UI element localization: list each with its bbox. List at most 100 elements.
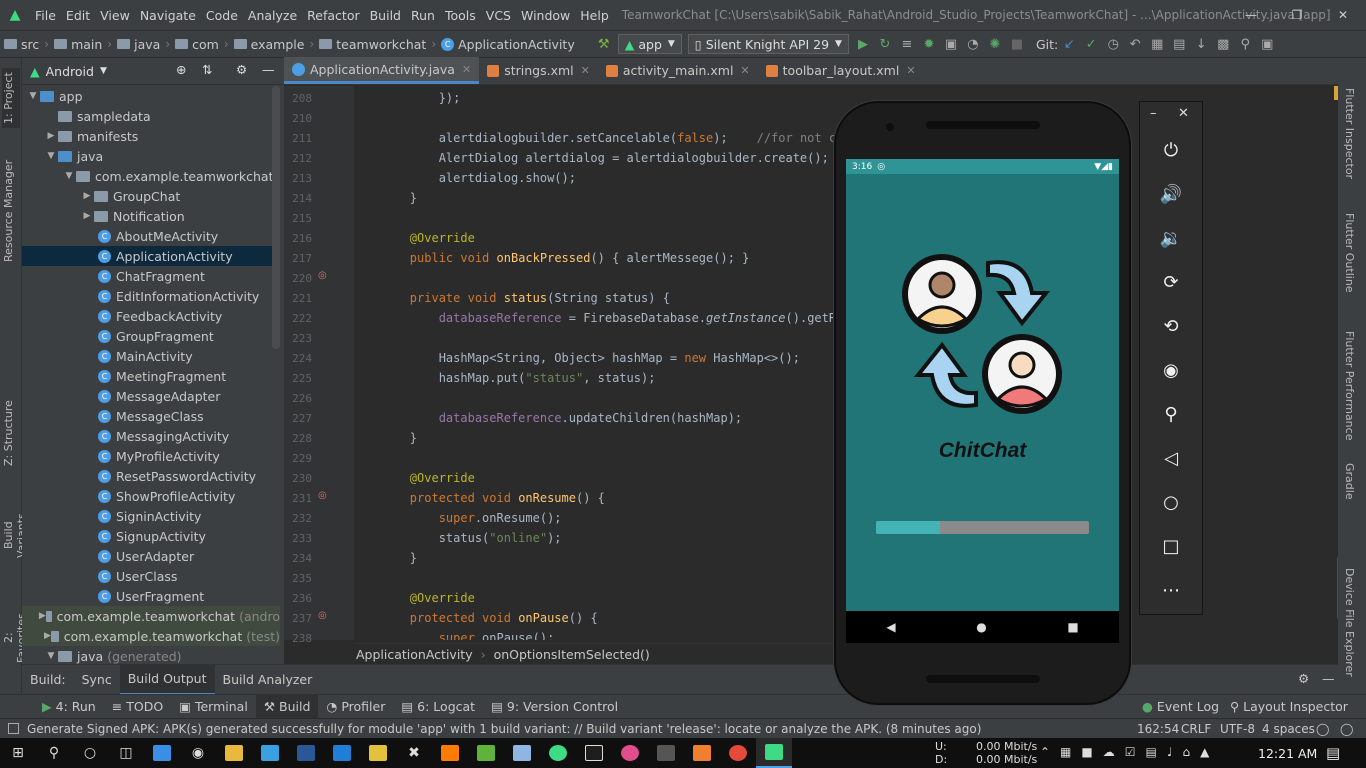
line-separator[interactable]: CRLF: [1181, 722, 1211, 736]
run-config-select[interactable]: ▲ app ▼: [617, 34, 682, 54]
favorites-tab[interactable]: 2: Favorites: [2, 608, 28, 668]
mail-icon[interactable]: [324, 738, 360, 768]
overview-icon[interactable]: □: [1140, 524, 1202, 568]
tree-item[interactable]: sampledata: [22, 106, 280, 126]
tree-item[interactable]: ▼ java (generated): [22, 646, 280, 664]
tree-item[interactable]: C GroupFragment: [22, 326, 280, 346]
resource-manager-tab[interactable]: Resource Manager: [2, 153, 20, 268]
version-control-tool-tab[interactable]: ▤ 9: Version Control: [483, 695, 626, 719]
chevron-right-icon[interactable]: ▶: [80, 191, 94, 201]
todo-tool-tab[interactable]: ≡ TODO: [104, 695, 171, 719]
tree-item[interactable]: C ApplicationActivity: [22, 246, 280, 266]
chevron-down-icon[interactable]: ▼: [44, 151, 58, 161]
app-icon[interactable]: [144, 738, 180, 768]
tree-item[interactable]: ▼ com.example.teamworkchat: [22, 166, 280, 186]
maps-icon[interactable]: ◉: [180, 738, 216, 768]
chevron-down-icon[interactable]: ▼: [100, 66, 107, 76]
gradle-tab[interactable]: Gradle: [1343, 463, 1356, 500]
chevron-down-icon[interactable]: ▼: [44, 651, 58, 661]
close-tab-icon[interactable]: ✕: [462, 63, 471, 76]
close-icon[interactable]: ✕: [1178, 106, 1189, 121]
menu-analyze[interactable]: Analyze: [243, 8, 302, 23]
profiler-tool-tab[interactable]: ◔ Profiler: [318, 695, 393, 719]
close-tab-icon[interactable]: ✕: [581, 64, 590, 77]
chevron-right-icon[interactable]: ▶: [39, 611, 46, 621]
collapse-all-icon[interactable]: ⇅: [202, 62, 212, 77]
override-marker-icon[interactable]: ◎: [318, 270, 327, 281]
close-tab-icon[interactable]: ✕: [740, 64, 749, 77]
volume-up-icon[interactable]: 🔊: [1140, 172, 1202, 216]
tree-item[interactable]: ▶ com.example.teamworkchat (test): [22, 626, 280, 646]
editor-tab[interactable]: strings.xml ✕: [479, 57, 598, 84]
notifications-icon[interactable]: ▤: [1326, 744, 1340, 762]
layout-inspector-icon[interactable]: ▩: [1212, 33, 1234, 55]
tree-item[interactable]: C EditInformationActivity: [22, 286, 280, 306]
indent-setting[interactable]: 4 spaces: [1262, 722, 1315, 736]
tree-item[interactable]: C AboutMeActivity: [22, 226, 280, 246]
tree-item[interactable]: C MainActivity: [22, 346, 280, 366]
search-icon[interactable]: ⚲: [36, 738, 72, 768]
tree-item[interactable]: C MessagingActivity: [22, 426, 280, 446]
chevron-down-icon[interactable]: ▼: [26, 91, 40, 101]
editor-tab[interactable]: activity_main.xml ✕: [598, 57, 758, 84]
terminal-tool-tab[interactable]: ▣ Terminal: [171, 695, 256, 719]
run-icon[interactable]: ▶: [852, 33, 874, 55]
close-icon[interactable]: ✕: [1320, 0, 1366, 30]
menu-tools[interactable]: Tools: [440, 8, 481, 23]
menu-window[interactable]: Window: [516, 8, 575, 23]
tree-item[interactable]: ▼ app: [22, 86, 280, 106]
build-sync-tab[interactable]: Sync: [74, 665, 120, 695]
tree-item[interactable]: ▶ manifests: [22, 126, 280, 146]
gear-icon[interactable]: ⚙: [236, 62, 247, 77]
menu-view[interactable]: View: [95, 8, 135, 23]
rotate-left-icon[interactable]: ⟳: [1140, 260, 1202, 304]
lock-icon[interactable]: ◯: [1316, 722, 1329, 736]
pycharm-icon[interactable]: [576, 738, 612, 768]
store-icon[interactable]: [468, 738, 504, 768]
menu-help[interactable]: Help: [575, 8, 614, 23]
tree-item[interactable]: C ResetPasswordActivity: [22, 466, 280, 486]
git-history-icon[interactable]: ◷: [1102, 33, 1124, 55]
apply-code-changes-icon[interactable]: ≡: [896, 33, 918, 55]
layout-inspector-tool-tab[interactable]: ⚲ Layout Inspector: [1222, 695, 1356, 719]
flutter-performance-tab[interactable]: Flutter Performance: [1343, 331, 1356, 440]
tree-item[interactable]: C SignupActivity: [22, 526, 280, 546]
override-marker-icon[interactable]: ◎: [318, 610, 327, 621]
project-structure-icon[interactable]: ▦: [1146, 33, 1168, 55]
back-icon[interactable]: ◁: [1140, 436, 1202, 480]
more-icon[interactable]: ⋯: [1140, 568, 1202, 612]
android-studio-icon[interactable]: [540, 738, 576, 768]
tree-item[interactable]: C UserAdapter: [22, 546, 280, 566]
profile-icon[interactable]: ◔: [962, 33, 984, 55]
build-variants-tab[interactable]: Build Variants: [2, 498, 28, 573]
close-tab-icon[interactable]: ✕: [906, 64, 915, 77]
tree-item[interactable]: C MessageClass: [22, 406, 280, 426]
gear-icon[interactable]: ⚙: [1298, 671, 1309, 686]
coverage-icon[interactable]: ✺: [984, 33, 1006, 55]
color-picker-icon[interactable]: [612, 738, 648, 768]
crumb-applicationactivity[interactable]: C ApplicationActivity: [437, 37, 579, 52]
event-log-tool-tab[interactable]: ● Event Log: [1134, 695, 1227, 719]
tree-item[interactable]: C ShowProfileActivity: [22, 486, 280, 506]
crumb-teamworkchat[interactable]: teamworkchat: [315, 37, 430, 52]
flutter-outline-tab[interactable]: Flutter Outline: [1343, 213, 1356, 293]
box-icon[interactable]: [504, 738, 540, 768]
restore-icon[interactable]: ❐: [1274, 0, 1320, 30]
editor-tab[interactable]: toolbar_layout.xml ✕: [758, 57, 924, 84]
hammer-icon[interactable]: ⚒: [593, 33, 615, 55]
run-tool-tab[interactable]: ▶ 4: Run: [34, 695, 104, 719]
device-select[interactable]: ▯ Silent Knight API 29 ▼: [687, 34, 849, 54]
hide-icon[interactable]: —: [1322, 671, 1335, 686]
chevron-right-icon[interactable]: ▶: [80, 211, 94, 221]
sdk-manager-icon[interactable]: ↓: [1190, 33, 1212, 55]
tree-item[interactable]: ▼ java: [22, 146, 280, 166]
hide-icon[interactable]: —: [262, 62, 275, 77]
menu-navigate[interactable]: Navigate: [135, 8, 201, 23]
project-tab[interactable]: 1: Project: [2, 68, 20, 128]
attach-debugger-icon[interactable]: ▣: [940, 33, 962, 55]
tree-scrollbar[interactable]: [272, 86, 280, 349]
breadcrumb-method[interactable]: onOptionsItemSelected(): [494, 647, 650, 662]
overview-icon[interactable]: ■: [1067, 620, 1078, 634]
tree-item[interactable]: C SigninActivity: [22, 506, 280, 526]
tools-icon[interactable]: ✖: [396, 738, 432, 768]
